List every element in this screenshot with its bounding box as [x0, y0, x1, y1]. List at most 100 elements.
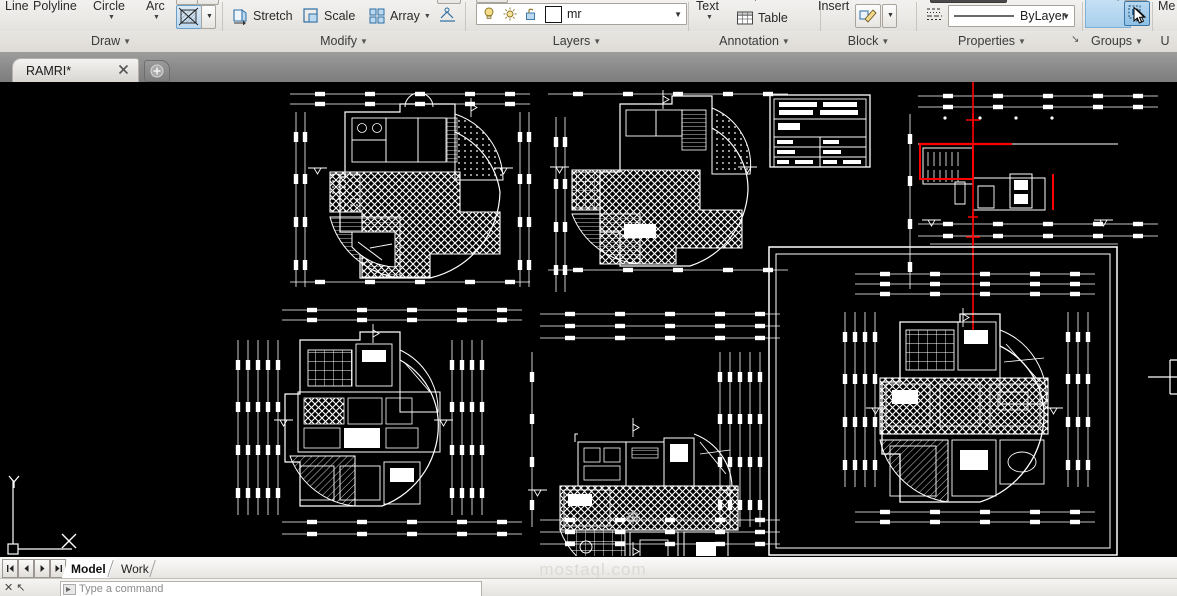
command-input-placeholder: Type a command — [79, 583, 164, 595]
hatch-icon — [178, 7, 199, 26]
document-tab-label: RAMRI* — [26, 64, 72, 78]
panel-caret-annotation: ▼ — [781, 37, 790, 46]
modify-array-button[interactable]: Array ▼ — [368, 4, 431, 28]
scale-label: Scale — [324, 8, 356, 23]
panel-caret-modify: ▼ — [359, 37, 368, 46]
command-line-icons: ✕ ↖ — [4, 581, 26, 594]
draw-circle-label: Circle — [93, 0, 125, 13]
block-insert-button[interactable]: Insert — [818, 0, 849, 18]
layer-dropdown-caret[interactable]: ▼ — [674, 10, 682, 19]
panel-label-groups[interactable]: Groups ▼ — [1083, 31, 1151, 52]
stretch-icon — [233, 9, 247, 25]
right-edge-partial-object — [1148, 359, 1177, 395]
panel-caret-layers: ▼ — [593, 37, 602, 46]
table-label: Table — [758, 10, 788, 25]
panel-label-properties[interactable]: Properties ▼ — [917, 31, 1067, 52]
next-layout-button[interactable] — [34, 559, 50, 578]
block-edit-dropdown[interactable]: ▼ — [882, 4, 897, 28]
panel-label-layers[interactable]: Layers ▼ — [466, 31, 688, 52]
panel-label-annotation-text: Annotation — [719, 34, 779, 48]
layout-nav-buttons — [2, 559, 66, 578]
draw-arc-label: Arc — [146, 0, 165, 13]
linetype-value: ByLayer — [1020, 9, 1066, 23]
block-flyout-caret[interactable]: ▼ — [868, 0, 875, 1]
draw-line-button[interactable]: Line — [5, 0, 29, 18]
panel-label-draw[interactable]: Draw ▼ — [0, 31, 222, 52]
prev-icon — [24, 565, 28, 572]
linetype-caret[interactable]: ▼ — [1062, 12, 1070, 21]
draw-line-label: Line — [5, 0, 29, 13]
draw-polyline-button[interactable]: Polyline — [33, 0, 77, 18]
next-icon — [40, 565, 44, 572]
block-edit-button[interactable] — [855, 4, 881, 28]
sun-icon[interactable] — [502, 6, 518, 22]
close-icon[interactable] — [118, 64, 129, 75]
panel-label-groups-text: Groups — [1091, 34, 1133, 48]
plan-bottom-left — [235, 307, 523, 537]
array-dropdown-caret[interactable]: ▼ — [424, 13, 431, 20]
layout-tab-model-label: Model — [71, 561, 106, 576]
command-prefix-icons[interactable]: ✕ ↖ — [4, 581, 26, 594]
linetype-preview-icon — [954, 15, 1014, 17]
panel-label-layers-text: Layers — [552, 34, 591, 48]
hatch-caret: ▼ — [206, 13, 213, 20]
panel-label-properties-text: Properties — [958, 34, 1016, 48]
layer-control-combo[interactable]: mr ▼ — [476, 3, 687, 25]
stretch-label: Stretch — [253, 8, 293, 23]
autocad-window: Line Polyline Circle ▼ Arc ▼ ▼ Stretch S… — [0, 0, 1177, 596]
prev-layout-button[interactable] — [18, 559, 34, 578]
plan-bottom-middle — [527, 311, 781, 556]
text-label: Text — [696, 0, 719, 13]
annotation-table-button[interactable]: Table — [736, 6, 788, 30]
layer-properties-stub[interactable] — [476, 0, 508, 3]
first-icon — [6, 565, 13, 572]
hatch-button[interactable] — [176, 5, 202, 29]
layout-tab-bar: Model Work — [0, 556, 1177, 579]
array-label: Array — [390, 8, 420, 23]
ribbon-panel-label-row: Draw ▼ Modify ▼ Layers ▼ Annotation ▼ Block ▼… — [0, 31, 1177, 53]
panel-label-block-text: Block — [847, 34, 879, 48]
panel-label-modify[interactable]: Modify ▼ — [223, 31, 465, 52]
cad-drawing-vector — [7, 82, 1177, 556]
document-tab-bar: RAMRI* — [0, 52, 1177, 83]
modify-explode-button[interactable] — [437, 3, 459, 27]
command-line-bar: ✕ ↖ Type a command — [0, 578, 1177, 596]
panel-label-block[interactable]: Block ▼ — [821, 31, 916, 52]
explode-icon — [440, 7, 455, 22]
insert-label: Insert — [818, 0, 850, 13]
panel-label-utilities-text: U — [1160, 34, 1170, 48]
linetype-combo[interactable]: ByLayer ▼ — [948, 5, 1075, 27]
lightbulb-icon[interactable] — [481, 6, 497, 22]
utilities-measure-button[interactable]: Me — [1158, 0, 1175, 18]
ribbon-toolbar: Line Polyline Circle ▼ Arc ▼ ▼ Stretch S… — [0, 0, 1177, 50]
measure-label: Me — [1158, 0, 1176, 13]
drawing-canvas[interactable]: مستقل — [0, 82, 1177, 556]
group-label: Group — [1089, 0, 1124, 1]
text-dropdown-caret[interactable]: ▼ — [706, 14, 713, 21]
properties-dialog-launcher[interactable]: ↘ — [1071, 34, 1079, 45]
panel-label-modify-text: Modify — [320, 34, 357, 48]
circle-dropdown-caret[interactable]: ▼ — [108, 14, 115, 21]
panel-label-utilities[interactable]: U — [1153, 31, 1177, 52]
plan-top-middle — [547, 89, 789, 293]
linetype-icon — [927, 8, 942, 21]
panel-label-annotation[interactable]: Annotation ▼ — [689, 31, 820, 52]
draw-polyline-label: Polyline — [33, 0, 77, 13]
layer-color-swatch-icon[interactable] — [545, 5, 562, 23]
block-edit-caret: ▼ — [887, 12, 894, 19]
block-edit-icon — [859, 9, 877, 23]
unlock-icon[interactable] — [523, 6, 539, 22]
new-document-tab-button[interactable] — [144, 60, 170, 82]
hatch-dropdown-button[interactable]: ▼ — [201, 5, 216, 29]
layout-tab-work-label: Work — [121, 561, 149, 576]
first-layout-button[interactable] — [2, 559, 18, 578]
modify-scale-button[interactable]: Scale — [302, 4, 355, 28]
current-layer-name: mr — [567, 7, 582, 21]
document-tab-ramri[interactable]: RAMRI* — [12, 58, 139, 83]
title-block — [769, 94, 871, 168]
arc-dropdown-caret[interactable]: ▼ — [153, 14, 160, 21]
modify-stretch-button[interactable]: Stretch — [231, 4, 293, 28]
annotation-flyout-caret[interactable]: ▼ — [752, 0, 759, 3]
property-color-bar[interactable] — [930, 0, 1007, 3]
command-input[interactable]: Type a command — [60, 581, 482, 596]
